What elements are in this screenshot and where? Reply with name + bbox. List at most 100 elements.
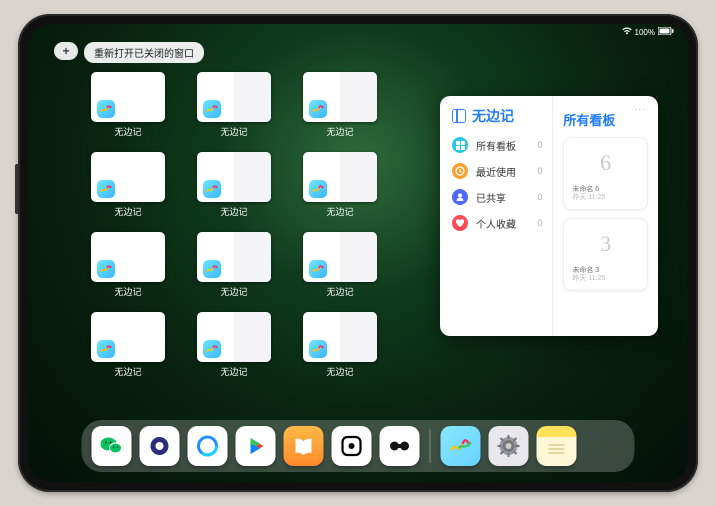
window-preview <box>303 312 377 362</box>
plus-icon: + <box>62 44 69 58</box>
board-sketch: 3 <box>568 223 643 265</box>
freeform-app-icon <box>203 100 221 118</box>
panel-title: 无边记 <box>472 106 514 126</box>
freeform-panel[interactable]: ... 无边记 所有看板 0 最近使用 0 已共享 0 个人收藏 0 所有看板 … <box>440 96 658 336</box>
board-meta: 未命名 6 昨天 11:25 <box>568 184 643 205</box>
board-meta: 未命名 3 昨天 11:25 <box>568 265 643 286</box>
window-thumbnail[interactable]: 无边记 <box>294 312 386 384</box>
sidebar-item-label: 最近使用 <box>476 164 516 179</box>
window-preview <box>303 232 377 282</box>
window-label: 无边记 <box>114 205 141 218</box>
board-subtitle: 昨天 11:25 <box>572 194 639 202</box>
dock-app-freeform[interactable] <box>441 426 481 466</box>
sidebar-item[interactable]: 个人收藏 0 <box>452 210 542 236</box>
board-title: 未命名 3 <box>572 267 639 275</box>
freeform-app-icon <box>309 340 327 358</box>
board-subtitle: 昨天 11:25 <box>572 275 639 283</box>
dock-separator <box>430 429 431 463</box>
window-thumbnail[interactable]: 无边记 <box>82 312 174 384</box>
window-label: 无边记 <box>114 125 141 138</box>
window-label: 无边记 <box>220 205 247 218</box>
sidebar-item-count: 0 <box>537 140 542 150</box>
dock <box>82 420 635 472</box>
window-preview <box>197 232 271 282</box>
ipad-frame: 100% + 重新打开已关闭的窗口 无边记 无边记 <box>18 14 698 492</box>
new-window-button[interactable]: + <box>54 42 78 60</box>
window-label: 无边记 <box>114 285 141 298</box>
reopen-label: 重新打开已关闭的窗口 <box>94 49 194 60</box>
window-preview <box>91 152 165 202</box>
wifi-icon <box>622 27 632 37</box>
dock-app-books[interactable] <box>284 426 324 466</box>
window-label: 无边记 <box>220 285 247 298</box>
freeform-app-icon <box>97 180 115 198</box>
window-preview <box>197 152 271 202</box>
battery-text: 100% <box>635 28 655 37</box>
clock-icon <box>452 163 468 179</box>
dock-app-dice[interactable] <box>332 426 372 466</box>
dock-app-qq-browser[interactable] <box>188 426 228 466</box>
panel-more-icon[interactable]: ... <box>635 102 646 113</box>
dock-app-library[interactable] <box>585 426 625 466</box>
window-label: 无边记 <box>220 125 247 138</box>
board-card[interactable]: 3 未命名 3 昨天 11:25 <box>563 218 648 291</box>
freeform-app-icon <box>309 180 327 198</box>
window-preview <box>303 152 377 202</box>
window-thumbnail[interactable]: 无边记 <box>82 152 174 224</box>
screen: 100% + 重新打开已关闭的窗口 无边记 无边记 <box>28 24 688 482</box>
panel-content: 所有看板 6 未命名 6 昨天 11:25 3 未命名 3 昨天 11:25 <box>553 96 658 336</box>
window-label: 无边记 <box>326 285 353 298</box>
window-thumbnail[interactable]: 无边记 <box>82 232 174 304</box>
person-icon <box>452 189 468 205</box>
window-thumbnail[interactable]: 无边记 <box>82 72 174 144</box>
window-preview <box>91 312 165 362</box>
freeform-app-icon <box>309 100 327 118</box>
freeform-app-icon <box>203 340 221 358</box>
window-label: 无边记 <box>326 365 353 378</box>
window-preview <box>91 232 165 282</box>
reopen-closed-window-pill[interactable]: 重新打开已关闭的窗口 <box>84 42 204 63</box>
window-label: 无边记 <box>326 125 353 138</box>
dock-app-fitness[interactable] <box>380 426 420 466</box>
sidebar-item-count: 0 <box>537 166 542 176</box>
window-label: 无边记 <box>326 205 353 218</box>
window-thumbnail[interactable]: 无边记 <box>188 72 280 144</box>
sidebar-item-count: 0 <box>537 218 542 228</box>
window-label: 无边记 <box>114 365 141 378</box>
sidebar-item[interactable]: 已共享 0 <box>452 184 542 210</box>
window-grid: 无边记 无边记 无边记 无边记 无边记 <box>82 72 386 384</box>
panel-sidebar: 无边记 所有看板 0 最近使用 0 已共享 0 个人收藏 0 <box>440 96 553 336</box>
board-sketch: 6 <box>568 142 643 184</box>
window-preview <box>197 312 271 362</box>
dock-app-notes[interactable] <box>537 426 577 466</box>
window-thumbnail[interactable]: 无边记 <box>188 152 280 224</box>
board-card[interactable]: 6 未命名 6 昨天 11:25 <box>563 137 648 210</box>
sidebar-item-count: 0 <box>537 192 542 202</box>
dock-app-wechat[interactable] <box>92 426 132 466</box>
freeform-app-icon <box>203 180 221 198</box>
window-label: 无边记 <box>220 365 247 378</box>
battery-icon <box>658 27 674 37</box>
dock-app-video[interactable] <box>236 426 276 466</box>
sidebar-item[interactable]: 所有看板 0 <box>452 132 542 158</box>
sidebar-toggle-icon[interactable] <box>452 109 466 123</box>
window-thumbnail[interactable]: 无边记 <box>294 152 386 224</box>
dock-app-settings[interactable] <box>489 426 529 466</box>
window-thumbnail[interactable]: 无边记 <box>294 72 386 144</box>
sidebar-item[interactable]: 最近使用 0 <box>452 158 542 184</box>
window-thumbnail[interactable]: 无边记 <box>294 232 386 304</box>
window-preview <box>91 72 165 122</box>
window-thumbnail[interactable]: 无边记 <box>188 312 280 384</box>
window-preview <box>303 72 377 122</box>
freeform-app-icon <box>309 260 327 278</box>
freeform-app-icon <box>97 100 115 118</box>
window-thumbnail[interactable]: 无边记 <box>188 232 280 304</box>
sidebar-item-label: 所有看板 <box>476 138 516 153</box>
dock-app-quark[interactable] <box>140 426 180 466</box>
freeform-app-icon <box>97 260 115 278</box>
heart-icon <box>452 215 468 231</box>
hardware-button <box>15 164 18 214</box>
freeform-app-icon <box>97 340 115 358</box>
sidebar-item-label: 已共享 <box>476 190 506 205</box>
window-preview <box>197 72 271 122</box>
